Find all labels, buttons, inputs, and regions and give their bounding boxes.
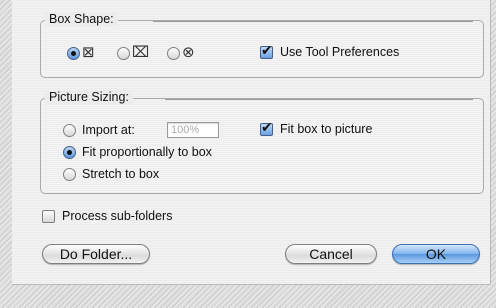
import-at-field[interactable]: 100% bbox=[167, 122, 219, 138]
fit-proportionally-radio[interactable] bbox=[63, 146, 76, 159]
box-shape-rounded-x-icon: ⌧ bbox=[132, 43, 150, 61]
import-at-radio[interactable] bbox=[63, 124, 76, 137]
window-background: Box Shape: ⊠ ⌧ ⊗ Use Tool Preferences Pi… bbox=[0, 0, 496, 308]
box-shape-radio-1[interactable] bbox=[67, 47, 80, 60]
box-shape-group: Box Shape: ⊠ ⌧ ⊗ Use Tool Preferences bbox=[40, 12, 484, 78]
box-shape-oval-x-icon: ⊗ bbox=[182, 43, 195, 61]
ok-button[interactable]: OK bbox=[392, 244, 480, 264]
box-shape-radio-3[interactable] bbox=[167, 47, 180, 60]
fit-box-to-picture-checkbox[interactable] bbox=[260, 120, 273, 136]
picture-sizing-group: Picture Sizing: Import at: 100% Fit prop… bbox=[40, 90, 484, 194]
fit-proportionally-label: Fit proportionally to box bbox=[82, 145, 212, 159]
dialog-panel: Box Shape: ⊠ ⌧ ⊗ Use Tool Preferences Pi… bbox=[12, 0, 491, 285]
picture-sizing-legend: Picture Sizing: bbox=[45, 90, 133, 104]
do-folder-button[interactable]: Do Folder... bbox=[42, 244, 150, 264]
box-shape-legend: Box Shape: bbox=[45, 12, 118, 26]
process-subfolders-label: Process sub-folders bbox=[62, 209, 173, 223]
stretch-to-box-radio[interactable] bbox=[63, 168, 76, 181]
import-at-label: Import at: bbox=[82, 123, 135, 137]
cancel-button[interactable]: Cancel bbox=[285, 244, 377, 264]
use-tool-preferences-checkbox[interactable] bbox=[260, 43, 273, 59]
box-shape-radio-2[interactable] bbox=[117, 47, 130, 60]
use-tool-preferences-label: Use Tool Preferences bbox=[280, 45, 400, 59]
stretch-to-box-label: Stretch to box bbox=[82, 167, 160, 181]
box-shape-rect-x-icon: ⊠ bbox=[82, 43, 95, 61]
fit-box-to-picture-label: Fit box to picture bbox=[280, 122, 373, 136]
process-subfolders-checkbox[interactable] bbox=[42, 210, 55, 223]
